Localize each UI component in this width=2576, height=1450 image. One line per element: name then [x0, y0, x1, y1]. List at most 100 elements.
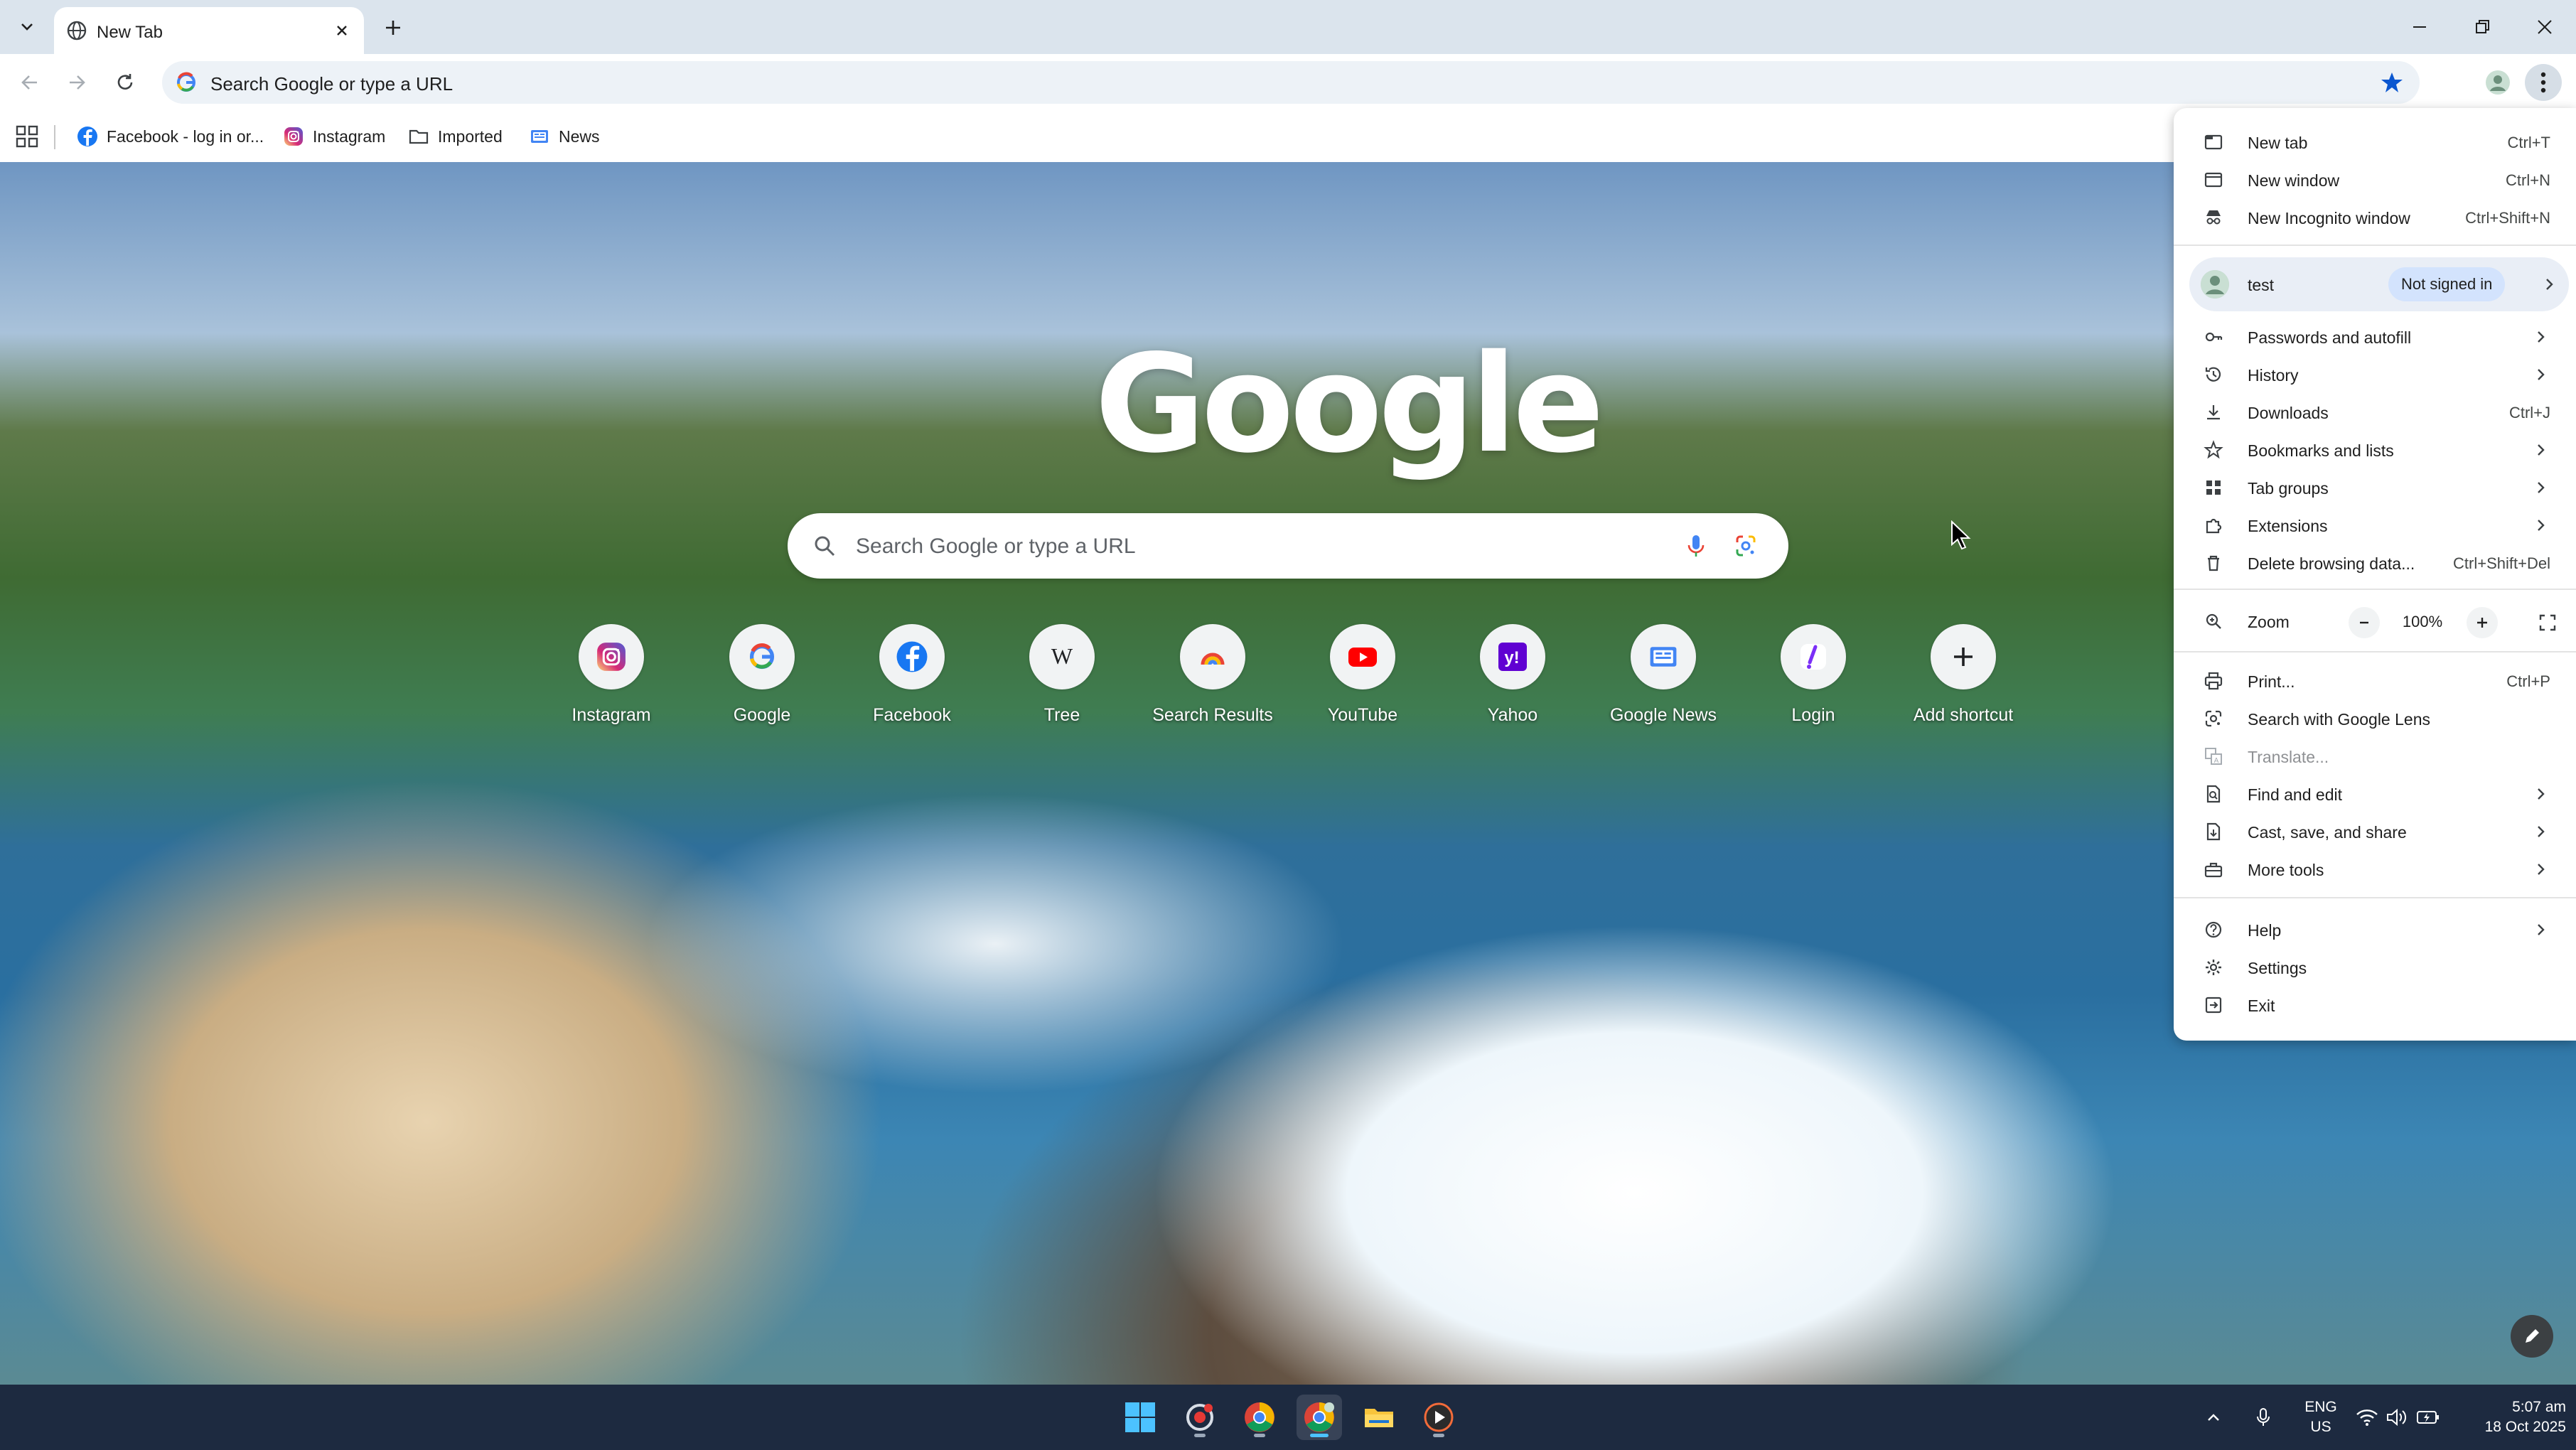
avatar-icon: [2201, 270, 2229, 299]
yahoo-icon: y!: [1498, 643, 1527, 671]
shortcut-label: Facebook: [873, 705, 951, 725]
menu-new-tab[interactable]: New tab Ctrl+T: [2174, 124, 2576, 161]
menu-settings[interactable]: Settings: [2174, 949, 2576, 986]
forward-button[interactable]: [58, 64, 95, 101]
back-button[interactable]: [11, 64, 48, 101]
customize-chrome-button[interactable]: [2511, 1315, 2553, 1358]
menu-label: Help: [2248, 921, 2282, 940]
menu-label: Passwords and autofill: [2248, 328, 2412, 347]
shortcut-instagram[interactable]: Instagram: [540, 624, 682, 745]
show-hidden-icons-button[interactable]: [2196, 1395, 2231, 1440]
shortcut-google-news[interactable]: Google News: [1592, 624, 1734, 745]
menu-print[interactable]: Print... Ctrl+P: [2174, 662, 2576, 699]
google-icon: [177, 72, 195, 92]
microphone-icon[interactable]: [1682, 532, 1710, 560]
menu-more-tools[interactable]: More tools: [2174, 851, 2576, 888]
tab-search-button[interactable]: [10, 10, 44, 44]
menu-downloads[interactable]: Downloads Ctrl+J: [2174, 394, 2576, 431]
active-indicator: [1310, 1434, 1329, 1437]
chevron-up-icon: [2208, 1414, 2219, 1421]
start-button[interactable]: [1117, 1395, 1163, 1440]
facebook-icon: [77, 127, 97, 146]
tab-close-button[interactable]: [330, 18, 354, 43]
menu-history[interactable]: History: [2174, 356, 2576, 393]
taskbar-clock[interactable]: 5:07 am 18 Oct 2025: [2445, 1397, 2566, 1437]
fullscreen-button[interactable]: [2532, 607, 2563, 638]
zoom-out-button[interactable]: [2349, 607, 2380, 638]
bookmark-news[interactable]: News: [529, 121, 600, 152]
menu-separator: [2174, 589, 2576, 590]
bookmark-folder-imported[interactable]: Imported: [408, 121, 503, 152]
tab-groups-icon: [2206, 480, 2221, 495]
bookmark-label: News: [559, 127, 600, 146]
zoom-in-button[interactable]: [2467, 607, 2498, 638]
bookmark-label: Facebook - log in or...: [107, 127, 264, 146]
menu-google-lens[interactable]: Search with Google Lens: [2174, 700, 2576, 737]
menu-tab-groups[interactable]: Tab groups: [2174, 469, 2576, 506]
apps-grid-icon[interactable]: [14, 124, 40, 149]
wikipedia-icon: W: [1051, 643, 1073, 669]
ntp-search-box[interactable]: Search Google or type a URL: [788, 513, 1788, 579]
trash-icon: [2208, 555, 2219, 571]
plus-icon: [386, 21, 400, 35]
taskbar-app-chrome[interactable]: [1237, 1395, 1282, 1440]
shortcut-label: Search Results: [1152, 705, 1273, 725]
new-tab-button[interactable]: [377, 11, 409, 44]
menu-label: Find and edit: [2248, 785, 2342, 804]
language-code: ENG: [2304, 1399, 2337, 1415]
address-bar[interactable]: Search Google or type a URL: [162, 61, 2420, 104]
bookmark-label: Imported: [438, 127, 503, 146]
google-lens-icon[interactable]: [1732, 532, 1760, 560]
menu-profile-row[interactable]: test Not signed in: [2189, 257, 2569, 311]
shortcut-facebook[interactable]: Facebook: [841, 624, 983, 745]
restore-button[interactable]: [2462, 7, 2502, 47]
network-button[interactable]: [2353, 1395, 2381, 1440]
menu-bookmarks[interactable]: Bookmarks and lists: [2174, 431, 2576, 468]
microphone-tray-button[interactable]: [2246, 1395, 2280, 1440]
shortcut-search-results[interactable]: Search Results: [1142, 624, 1284, 745]
battery-button[interactable]: [2414, 1395, 2442, 1440]
menu-passwords[interactable]: Passwords and autofill: [2174, 318, 2576, 355]
youtube-icon: [1348, 648, 1377, 667]
shortcut-youtube[interactable]: YouTube: [1292, 624, 1434, 745]
menu-find-and-edit[interactable]: Find and edit: [2174, 775, 2576, 812]
chevron-right-icon: [2538, 331, 2545, 343]
menu-separator: [2174, 651, 2576, 652]
taskbar-app-chrome-profile[interactable]: [1297, 1395, 1342, 1440]
shortcut-label: YouTube: [1327, 705, 1398, 725]
menu-shortcut: Ctrl+T: [2507, 134, 2551, 151]
shortcut-login[interactable]: Login: [1742, 624, 1884, 745]
menu-new-incognito[interactable]: New Incognito window Ctrl+Shift+N: [2174, 199, 2576, 236]
wifi-icon: [2356, 1409, 2378, 1426]
taskbar-app-file-explorer[interactable]: [1356, 1395, 1402, 1440]
menu-shortcut: Ctrl+J: [2508, 404, 2550, 421]
bookmark-facebook[interactable]: Facebook - log in or...: [77, 121, 264, 152]
shortcut-tree[interactable]: W Tree: [991, 624, 1133, 745]
profile-button[interactable]: [2479, 64, 2516, 101]
close-window-button[interactable]: [2525, 7, 2565, 47]
volume-button[interactable]: [2383, 1395, 2411, 1440]
bookmark-instagram[interactable]: Instagram: [283, 121, 385, 152]
input-language-indicator[interactable]: ENG US: [2296, 1397, 2346, 1437]
back-arrow-icon: [21, 75, 37, 90]
key-icon: [2205, 332, 2223, 342]
menu-exit[interactable]: Exit: [2174, 987, 2576, 1024]
shortcut-add[interactable]: Add shortcut: [1892, 624, 2034, 745]
menu-cast-save-share[interactable]: Cast, save, and share: [2174, 813, 2576, 850]
taskbar-app-screen-recorder[interactable]: [1177, 1395, 1223, 1440]
shortcut-tile: [879, 624, 945, 689]
battery-charging-icon: [2417, 1411, 2439, 1424]
menu-translate: A Translate...: [2174, 738, 2576, 775]
menu-help[interactable]: Help: [2174, 911, 2576, 948]
chrome-menu-button[interactable]: [2525, 64, 2562, 101]
taskbar-app-media-player[interactable]: [1416, 1395, 1461, 1440]
bookmark-star-icon[interactable]: [2380, 70, 2404, 95]
menu-delete-browsing-data[interactable]: Delete browsing data... Ctrl+Shift+Del: [2174, 544, 2576, 581]
shortcut-yahoo[interactable]: y! Yahoo: [1442, 624, 1584, 745]
shortcut-google[interactable]: Google: [691, 624, 833, 745]
reload-button[interactable]: [107, 64, 144, 101]
menu-new-window[interactable]: New window Ctrl+N: [2174, 161, 2576, 198]
tab-new-tab[interactable]: New Tab: [54, 7, 364, 54]
menu-extensions[interactable]: Extensions: [2174, 507, 2576, 544]
minimize-button[interactable]: [2400, 7, 2440, 47]
